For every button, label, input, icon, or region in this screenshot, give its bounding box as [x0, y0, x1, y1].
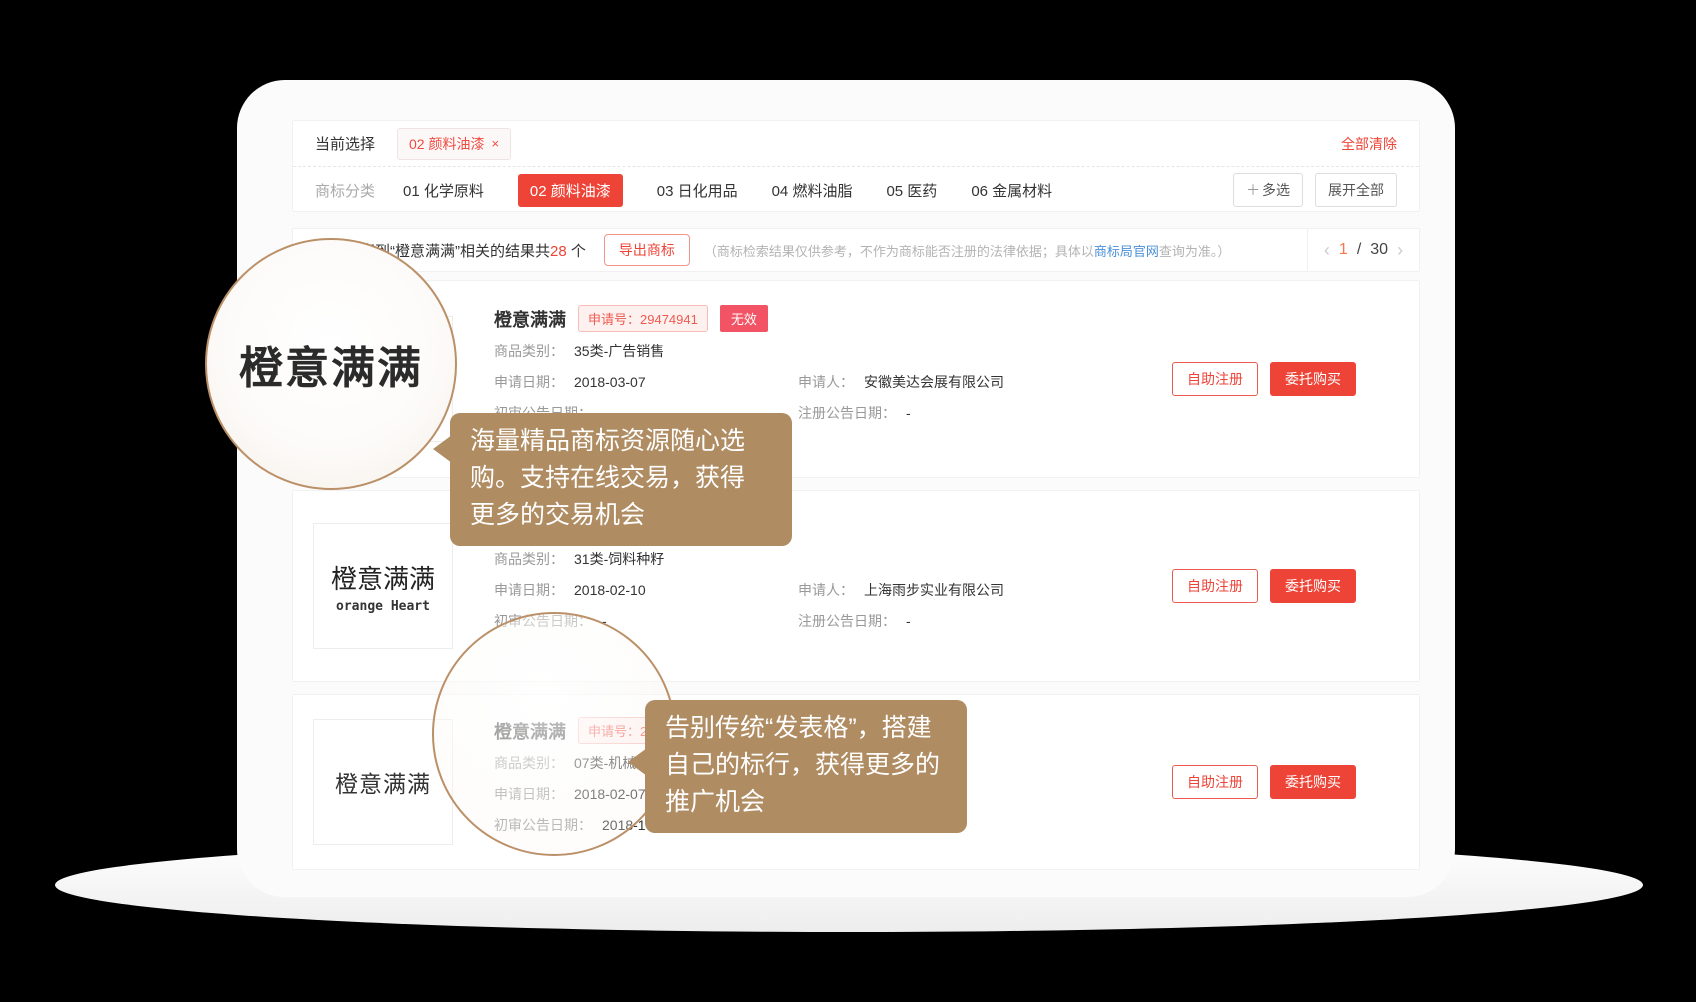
disclaimer-post: 查询为准。） — [1159, 244, 1231, 259]
trademark-office-link[interactable]: 商标局官网 — [1094, 244, 1159, 259]
reg-notice-value: - — [906, 402, 911, 425]
applicant-value: 上海雨步实业有限公司 — [864, 579, 1004, 602]
selected-filter-tag-label: 02 颜料油漆 — [409, 134, 484, 154]
reg-notice-value: - — [906, 610, 911, 633]
magnified-trademark-text: 橙意满满 — [239, 332, 423, 396]
applicant-label: 申请人： — [798, 371, 854, 394]
filter-buttons: ＋多选 展开全部 — [1233, 173, 1397, 207]
entrust-buy-button[interactable]: 委托购买 — [1270, 569, 1356, 603]
summary-suffix: 个 — [567, 243, 586, 260]
selected-filter-tag[interactable]: 02 颜料油漆 × — [397, 128, 511, 160]
tooltip-line: 海量精品商标资源随心选 — [470, 423, 772, 460]
applicant-label: 申请人： — [798, 579, 854, 602]
multi-select-label: 多选 — [1262, 182, 1290, 198]
category-tab-02-active[interactable]: 02 颜料油漆 — [518, 174, 623, 207]
tooltip-promotion: 告别传统“发表格”，搭建 自己的标行，获得更多的 推广机会 — [645, 700, 967, 833]
page: 当前选择 02 颜料油漆 × 全部清除 商标分类 01 化学原料 02 颜料油漆… — [0, 0, 1696, 1002]
category-tab-04[interactable]: 04 燃料油脂 — [772, 180, 853, 201]
entrust-buy-button[interactable]: 委托购买 — [1270, 362, 1356, 396]
category-row: 商标分类 01 化学原料 02 颜料油漆 03 日化用品 04 燃料油脂 05 … — [293, 167, 1419, 213]
entrust-buy-button[interactable]: 委托购买 — [1270, 765, 1356, 799]
status-badge-invalid: 无效 — [720, 305, 768, 332]
app-no-value: 29474941 — [640, 312, 698, 327]
row-1-details: 橙意满满 申请号：29474941 无效 商品类别： 35类-广告销售 申请日期：… — [494, 305, 1004, 425]
trademark-name: 橙意满满 — [494, 306, 566, 332]
category-field-label: 商品类别： — [494, 548, 564, 571]
category-tab-05[interactable]: 05 医药 — [886, 180, 937, 201]
results-count: 28 — [550, 243, 567, 260]
reg-notice-label: 注册公告日期： — [798, 610, 896, 633]
category-field-value: 35类-广告销售 — [574, 340, 664, 363]
application-number-tag: 申请号：29474941 — [578, 305, 708, 332]
applicant-value: 安徽美达会展有限公司 — [864, 371, 1004, 394]
multi-select-button[interactable]: ＋多选 — [1233, 173, 1303, 207]
plus-icon: ＋ — [1246, 182, 1260, 198]
reg-notice-label: 注册公告日期： — [798, 402, 896, 425]
disclaimer-pre: （商标检索结果仅供参考，不作为商标能否注册的法律依据；具体以 — [704, 244, 1094, 259]
row-1-actions: 自助注册 委托购买 — [1172, 362, 1356, 396]
clear-all-link[interactable]: 全部清除 — [1341, 134, 1397, 154]
tooltip-line: 购。支持在线交易，获得 — [470, 460, 772, 497]
apply-date-value: 2018-02-10 — [574, 579, 646, 602]
magnifier-circle-2 — [432, 612, 676, 856]
tooltip-line: 推广机会 — [665, 784, 947, 821]
trademark-image-text: 橙意满满 — [335, 765, 431, 799]
current-selection-label: 当前选择 — [315, 133, 375, 154]
tooltip-marketplace: 海量精品商标资源随心选 购。支持在线交易，获得 更多的交易机会 — [450, 413, 792, 546]
category-label: 商标分类 — [315, 180, 375, 201]
apply-date-label: 申请日期： — [494, 579, 564, 602]
results-header: 为您检索到“橙意满满”相关的结果共28 个 导出商标 （商标检索结果仅供参考，不… — [292, 228, 1420, 272]
self-register-button[interactable]: 自助注册 — [1172, 765, 1258, 799]
export-trademarks-button[interactable]: 导出商标 — [604, 234, 690, 266]
self-register-button[interactable]: 自助注册 — [1172, 569, 1258, 603]
category-tabs: 01 化学原料 02 颜料油漆 03 日化用品 04 燃料油脂 05 医药 06… — [403, 174, 1052, 207]
trademark-image-subtext: orange Heart — [336, 599, 430, 614]
tooltip-line: 自己的标行，获得更多的 — [665, 747, 947, 784]
magnifier-circle-1: 橙意满满 — [205, 238, 457, 490]
page-separator: / — [1357, 241, 1361, 259]
next-page-icon[interactable]: › — [1397, 240, 1403, 261]
category-field-label: 商品类别： — [494, 340, 564, 363]
category-tab-03[interactable]: 03 日化用品 — [657, 180, 738, 201]
tooltip-line: 告别传统“发表格”，搭建 — [665, 710, 947, 747]
row-2-actions: 自助注册 委托购买 — [1172, 569, 1356, 603]
current-page: 1 — [1339, 241, 1348, 259]
category-field-value: 31类-饲料种籽 — [574, 548, 664, 571]
current-selection-row: 当前选择 02 颜料油漆 × 全部清除 — [293, 121, 1419, 167]
category-tab-01[interactable]: 01 化学原料 — [403, 180, 484, 201]
total-pages: 30 — [1370, 241, 1388, 259]
prev-page-icon[interactable]: ‹ — [1324, 240, 1330, 261]
disclaimer-text: （商标检索结果仅供参考，不作为商标能否注册的法律依据；具体以商标局官网查询为准。… — [704, 241, 1231, 260]
pagination: ‹ 1 / 30 › — [1307, 229, 1419, 271]
apply-date-label: 申请日期： — [494, 371, 564, 394]
category-tab-06[interactable]: 06 金属材料 — [971, 180, 1052, 201]
trademark-image-text: 橙意满满 — [331, 559, 435, 596]
row-3-actions: 自助注册 委托购买 — [1172, 765, 1356, 799]
trademark-image-2: 橙意满满 orange Heart — [313, 523, 453, 649]
self-register-button[interactable]: 自助注册 — [1172, 362, 1258, 396]
remove-filter-icon[interactable]: × — [491, 136, 499, 151]
app-no-label: 申请号： — [588, 312, 640, 327]
expand-all-button[interactable]: 展开全部 — [1315, 173, 1397, 207]
apply-date-value: 2018-03-07 — [574, 371, 646, 394]
tooltip-line: 更多的交易机会 — [470, 497, 772, 534]
filter-card: 当前选择 02 颜料油漆 × 全部清除 商标分类 01 化学原料 02 颜料油漆… — [292, 120, 1420, 212]
